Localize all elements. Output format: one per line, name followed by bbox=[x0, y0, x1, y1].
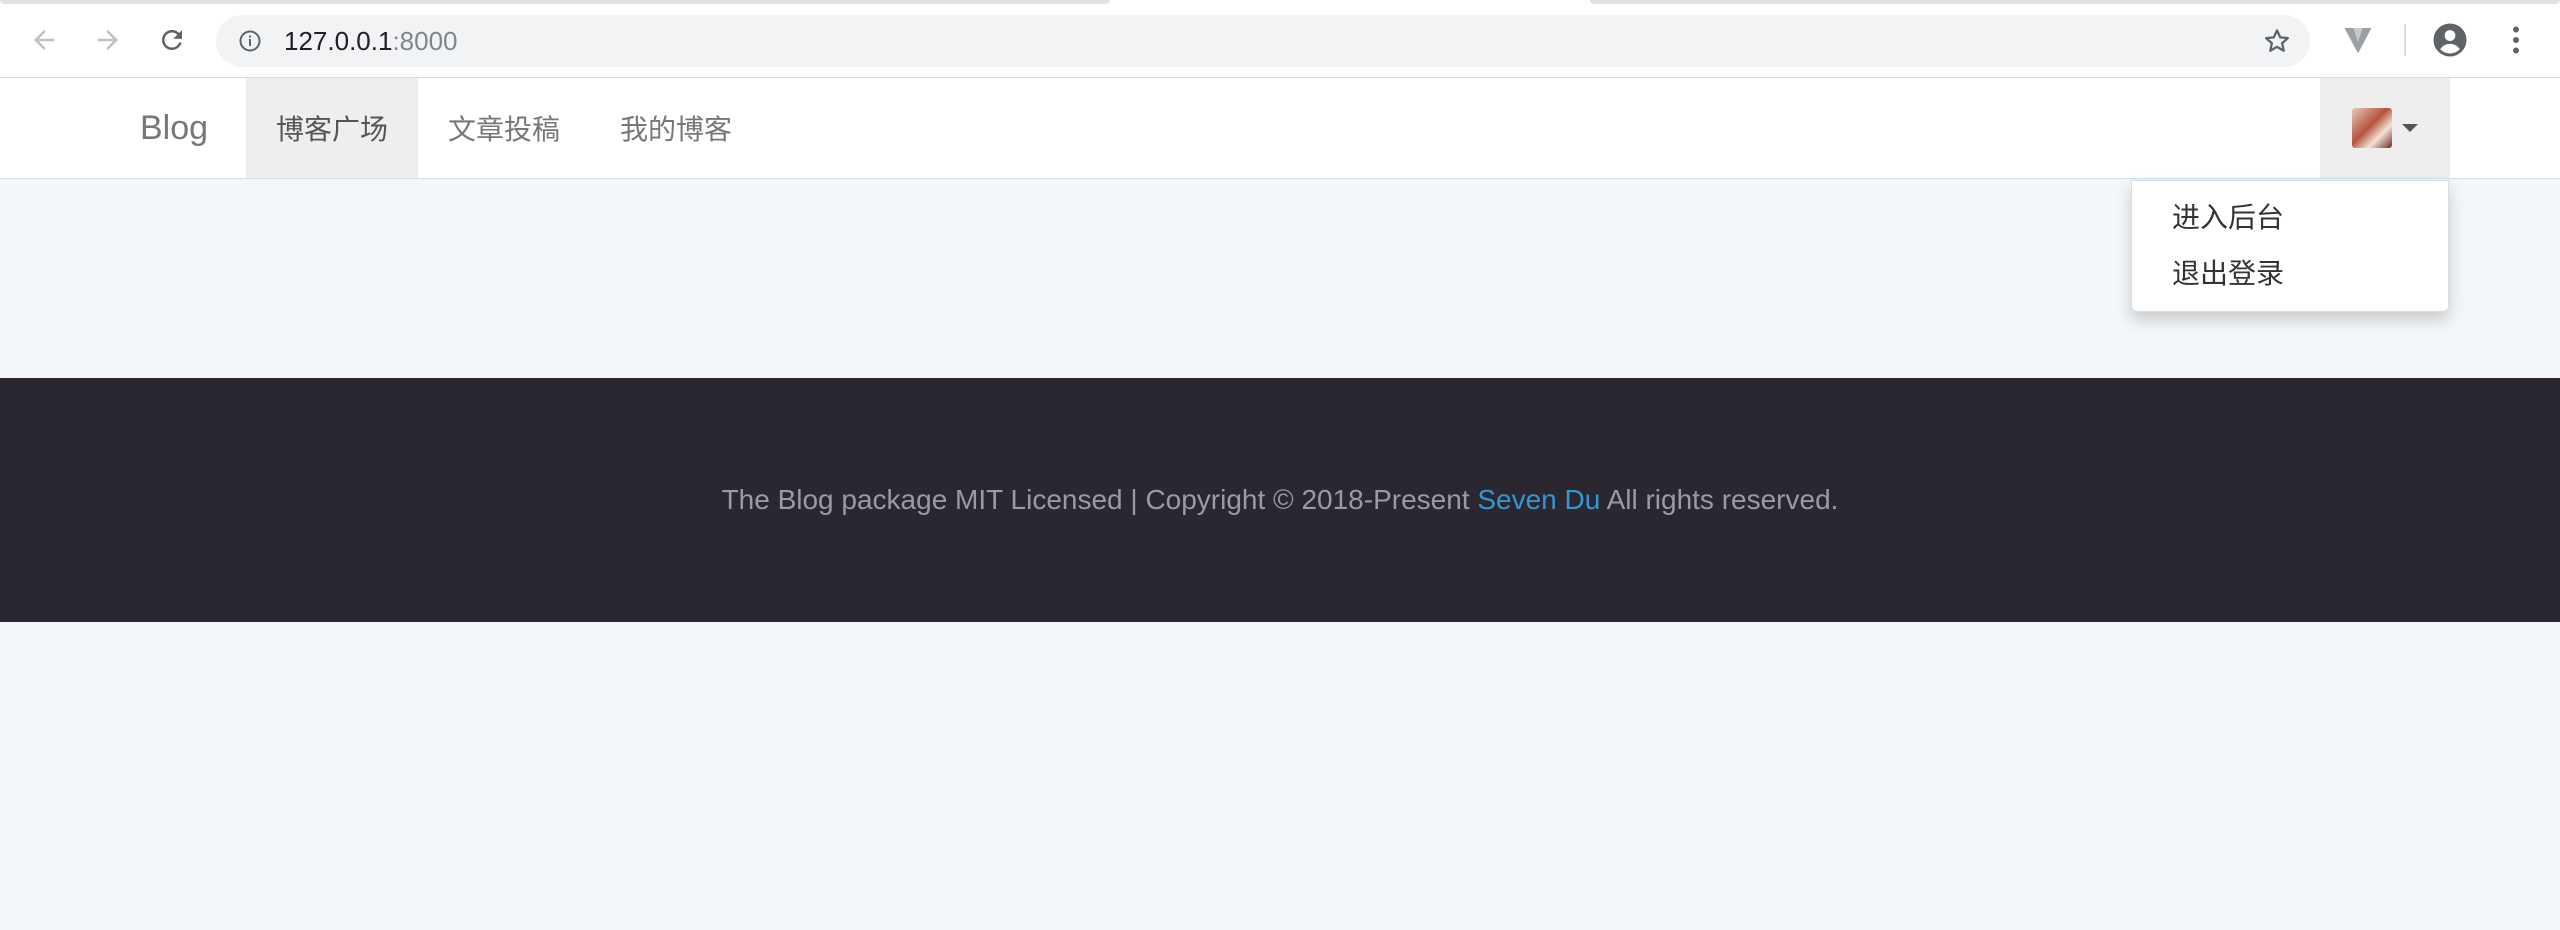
footer-copyright: The Blog package MIT Licensed | Copyrigh… bbox=[721, 484, 1478, 515]
footer: The Blog package MIT Licensed | Copyrigh… bbox=[0, 378, 2560, 622]
toolbar-separator bbox=[2404, 24, 2406, 56]
forward-arrow-icon bbox=[98, 30, 118, 50]
user-menu-toggle[interactable] bbox=[2320, 78, 2450, 178]
reload-button[interactable] bbox=[152, 20, 192, 60]
tab-strip bbox=[0, 0, 2560, 6]
url-port: :8000 bbox=[392, 26, 458, 56]
avatar bbox=[2352, 108, 2392, 148]
author-link[interactable]: Seven Du bbox=[1477, 484, 1600, 515]
caret-down-icon bbox=[2402, 124, 2418, 132]
menu-dots-icon[interactable] bbox=[2498, 22, 2534, 58]
site-navbar: Blog 博客广场 文章投稿 我的博客 bbox=[0, 78, 2560, 179]
nav-item-blog-square[interactable]: 博客广场 bbox=[246, 78, 418, 178]
reload-icon bbox=[161, 29, 182, 50]
user-dropdown-menu: 进入后台 退出登录 bbox=[2131, 180, 2449, 312]
back-button[interactable] bbox=[24, 20, 64, 60]
url-host: 127.0.0.1 bbox=[284, 26, 393, 56]
browser-toolbar: 127.0.0.1:8000 bbox=[0, 0, 2560, 78]
tab-edge-left bbox=[0, 0, 1110, 4]
footer-text: The Blog package MIT Licensed | Copyrigh… bbox=[722, 484, 1839, 516]
url-text: 127.0.0.1:8000 bbox=[284, 26, 458, 56]
menu-item-admin[interactable]: 进入后台 bbox=[2172, 201, 2284, 235]
tab-edge-right bbox=[1590, 0, 2560, 4]
info-icon[interactable] bbox=[238, 29, 262, 53]
menu-item-logout[interactable]: 退出登录 bbox=[2172, 257, 2284, 291]
brand-link[interactable]: Blog bbox=[140, 78, 208, 178]
back-arrow-icon bbox=[34, 30, 54, 50]
forward-button[interactable] bbox=[88, 20, 128, 60]
footer-rights: All rights reserved. bbox=[1600, 484, 1839, 515]
nav-item-submit-article[interactable]: 文章投稿 bbox=[418, 78, 590, 178]
extension-v-icon[interactable] bbox=[2340, 22, 2376, 58]
star-icon[interactable] bbox=[2262, 26, 2292, 56]
nav-item-my-blog[interactable]: 我的博客 bbox=[590, 78, 762, 178]
account-icon[interactable] bbox=[2432, 22, 2468, 58]
address-bar[interactable]: 127.0.0.1:8000 bbox=[216, 15, 2310, 67]
